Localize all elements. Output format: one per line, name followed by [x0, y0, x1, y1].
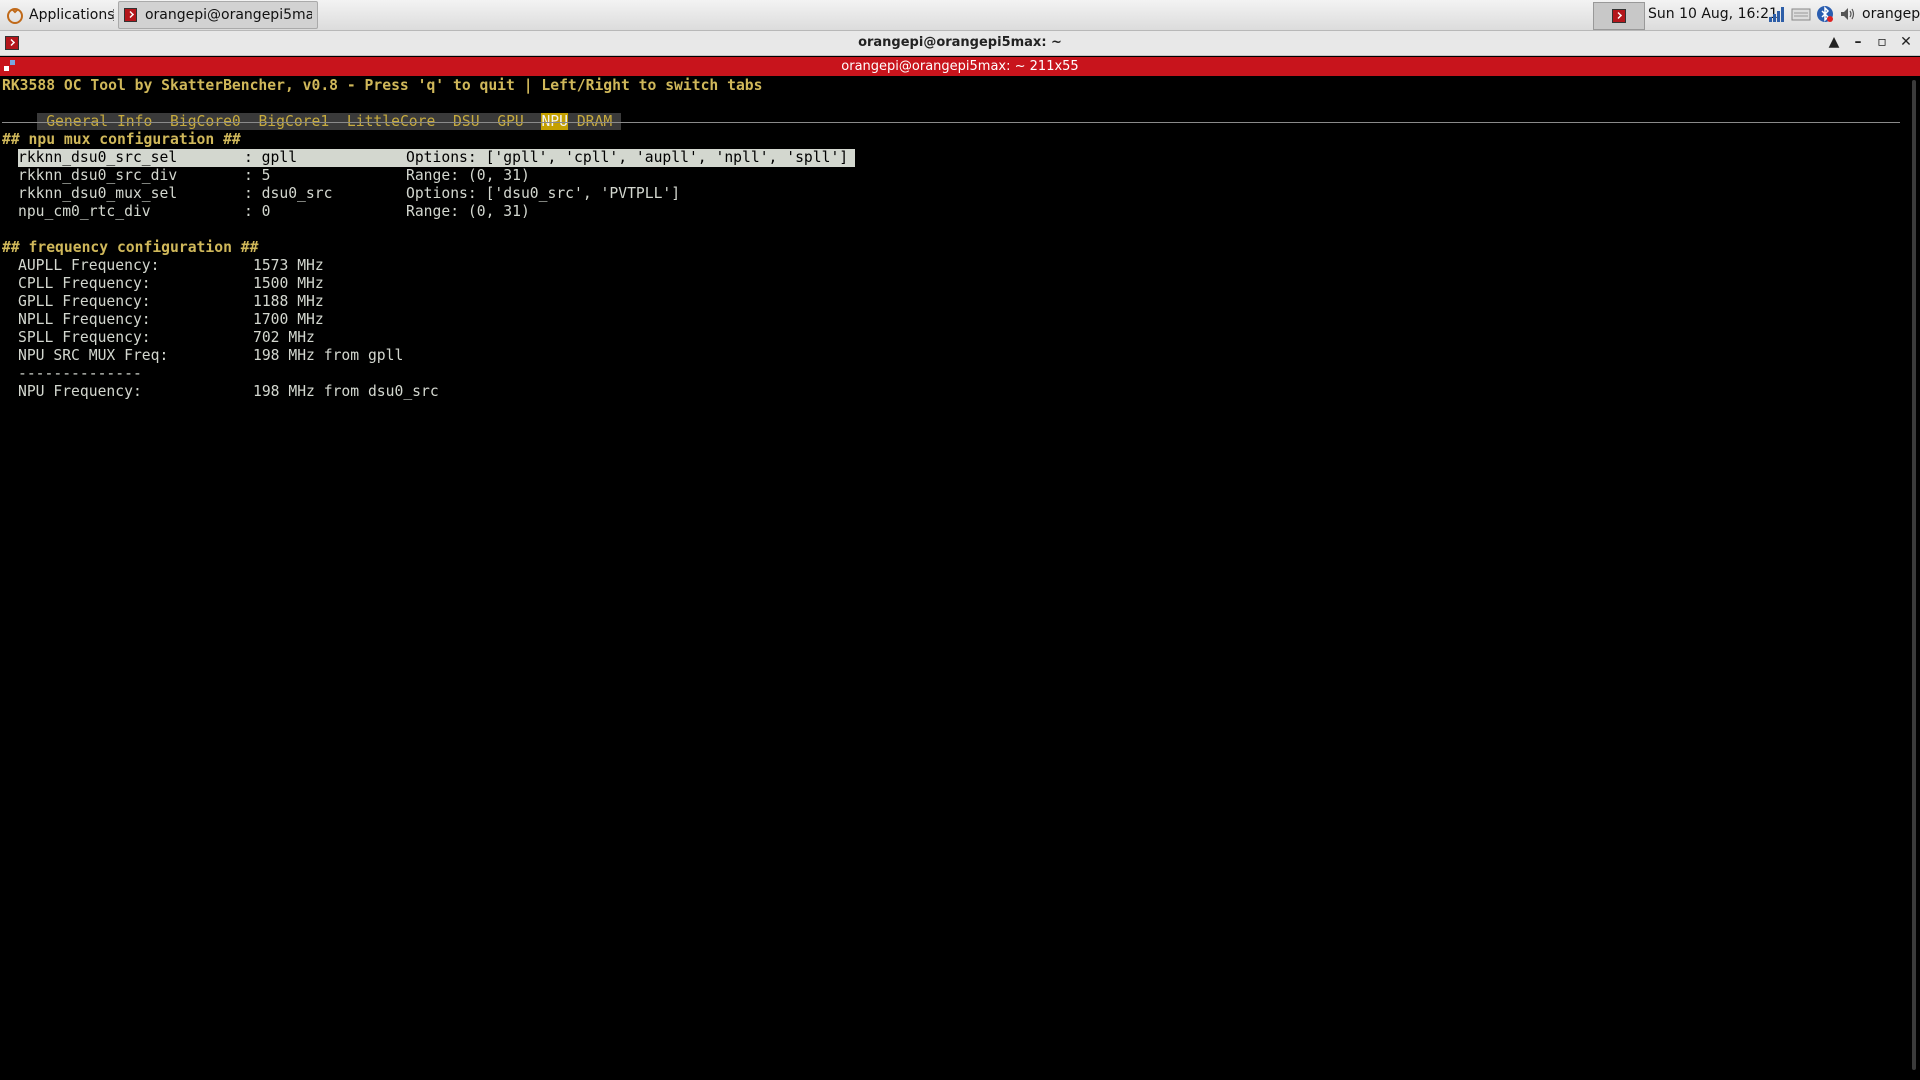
close-button[interactable]: ✕ [1898, 34, 1914, 50]
terminal-scrollbar[interactable] [1912, 80, 1916, 1070]
freq-row: CPLL Frequency: 1500 MHz [18, 275, 324, 293]
freq-value: 1573 MHz [253, 257, 324, 274]
tab-bar: General Info BigCore0 BigCore1 LittleCor… [2, 95, 622, 130]
freq-label: NPLL Frequency: [18, 311, 151, 328]
clock[interactable]: Sun 10 Aug, 16:21 [1648, 6, 1778, 22]
network-signal-icon[interactable] [1768, 5, 1786, 23]
npu-frequency-label: NPU Frequency: [18, 383, 142, 400]
window-titlebar[interactable]: orangepi@orangepi5max: ~ ▲ – ▫ ✕ [0, 31, 1920, 56]
mux-row-selected[interactable]: rkknn_dsu0_src_sel : gpll Options: ['gpl… [18, 149, 855, 167]
freq-row: NPLL Frequency: 1700 MHz [18, 311, 324, 329]
mux-row-info: Range: (0, 31) [406, 167, 530, 184]
freq-label: GPLL Frequency: [18, 293, 151, 310]
keyboard-icon[interactable] [1791, 5, 1811, 23]
tool-header: RK3588 OC Tool by SkatterBencher, v0.8 -… [2, 77, 763, 94]
applications-label: Applications [29, 7, 115, 23]
minimize-button[interactable]: – [1850, 34, 1866, 50]
npu-frequency-row: NPU Frequency: 198 MHz from dsu0_src [18, 383, 439, 401]
freq-label: AUPLL Frequency: [18, 257, 160, 274]
top-panel: Applications orangepi@orangepi5ma... Sun… [0, 0, 1920, 31]
terminal-title-bar: orangepi@orangepi5max: ~ 211x55 [0, 57, 1920, 76]
separator-line: -------------- [18, 365, 142, 382]
mux-row-info: Options: ['dsu0_src', 'PVTPLL'] [406, 185, 681, 202]
freq-value: 198 MHz from gpll [253, 347, 404, 364]
terminal-view[interactable]: RK3588 OC Tool by SkatterBencher, v0.8 -… [0, 77, 1906, 1080]
maximize-button[interactable]: ▫ [1874, 34, 1890, 50]
header-divider [2, 122, 1900, 123]
mux-row-name: rkknn_dsu0_src_div [18, 167, 178, 184]
freq-value: 1700 MHz [253, 311, 324, 328]
freq-label: SPLL Frequency: [18, 329, 151, 346]
xfce-logo-icon [7, 8, 23, 24]
mux-row-name: rkknn_dsu0_mux_sel [18, 185, 178, 202]
system-tray [1768, 5, 1857, 23]
tray-terminal-launcher[interactable] [1593, 2, 1645, 30]
panel-separator [113, 9, 116, 21]
taskbar-terminal-label: orangepi@orangepi5ma... [144, 7, 312, 23]
freq-row: AUPLL Frequency: 1573 MHz [18, 257, 324, 275]
shade-window-button[interactable]: ▲ [1826, 34, 1842, 50]
mux-row-value: : gpll [244, 149, 298, 166]
user-menu[interactable]: orangepi [1862, 6, 1920, 22]
window-title: orangepi@orangepi5max: ~ [858, 35, 1062, 50]
freq-row: NPU SRC MUX Freq: 198 MHz from gpll [18, 347, 403, 365]
applications-menu-button[interactable]: Applications [2, 2, 119, 28]
window-controls: ▲ – ▫ ✕ [1826, 34, 1914, 50]
mux-row-info: Options: ['gpll', 'cpll', 'aupll', 'npll… [406, 149, 849, 166]
freq-value: 1500 MHz [253, 275, 324, 292]
bluetooth-icon[interactable] [1816, 5, 1834, 23]
mux-row[interactable]: rkknn_dsu0_mux_sel : dsu0_src Options: [… [18, 185, 680, 203]
freq-row: SPLL Frequency: 702 MHz [18, 329, 315, 347]
freq-row: GPLL Frequency: 1188 MHz [18, 293, 324, 311]
mux-row-value: : 5 [244, 167, 271, 184]
npu-frequency-value: 198 MHz from dsu0_src [253, 383, 439, 400]
taskbar-terminal-button[interactable]: orangepi@orangepi5ma... [118, 1, 318, 29]
freq-value: 1188 MHz [253, 293, 324, 310]
volume-icon[interactable] [1839, 5, 1857, 23]
mux-row[interactable]: rkknn_dsu0_src_div : 5 Range: (0, 31) [18, 167, 530, 185]
mux-row[interactable]: npu_cm0_rtc_div : 0 Range: (0, 31) [18, 203, 530, 221]
mux-row-info: Range: (0, 31) [406, 203, 530, 220]
freq-label: CPLL Frequency: [18, 275, 151, 292]
mux-row-name: rkknn_dsu0_src_sel [18, 149, 178, 166]
mux-config-heading: ## npu mux configuration ## [2, 131, 241, 148]
freq-value: 702 MHz [253, 329, 315, 346]
mux-row-value: : dsu0_src [244, 185, 333, 202]
mux-row-name: npu_cm0_rtc_div [18, 203, 151, 220]
terminal-icon [1612, 9, 1626, 23]
frequency-config-heading: ## frequency configuration ## [2, 239, 259, 256]
mux-row-value: : 0 [244, 203, 271, 220]
terminal-session-title: orangepi@orangepi5max: ~ 211x55 [841, 59, 1079, 74]
freq-label: NPU SRC MUX Freq: [18, 347, 169, 364]
terminal-icon [124, 8, 137, 22]
